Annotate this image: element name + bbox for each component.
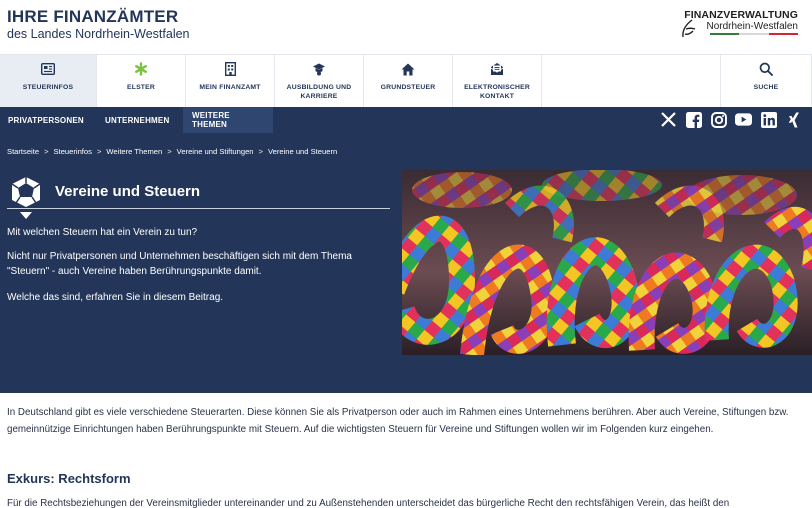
hero-section: Startseite > Steuerinfos > Weitere Theme…	[0, 133, 812, 393]
site-subtitle: des Landes Nordrhein-Westfalen	[7, 27, 190, 41]
hero-paragraph: Nicht nur Privatpersonen und Unternehmen…	[7, 251, 352, 277]
hero-question: Mit welchen Steuern hat ein Verein zu tu…	[7, 227, 198, 238]
breadcrumb-current: Vereine und Steuern	[267, 147, 338, 156]
search-icon	[758, 61, 774, 77]
nav-label: STEUERINFOS	[22, 84, 74, 91]
breadcrumb-item[interactable]: Startseite	[7, 147, 39, 156]
nav-item-mein-finanzamt[interactable]: MEIN FINANZAMT	[186, 55, 275, 108]
logo-line2: Nordrhein-Westfalen	[706, 21, 798, 32]
building-icon	[222, 61, 238, 77]
nav-label: AUSBILDUNG UND KARRIERE	[286, 84, 352, 100]
breadcrumb-separator: >	[44, 147, 49, 156]
page-title: Vereine und Steuern	[55, 183, 201, 200]
title-divider	[7, 208, 390, 209]
house-icon	[400, 61, 416, 77]
logo-line1: FINANZVERWALTUNG	[684, 9, 798, 21]
elster-star-icon	[133, 61, 149, 77]
nav-label: ELSTER	[126, 84, 155, 91]
breadcrumb-separator: >	[96, 147, 102, 156]
search-button[interactable]: SUCHE	[721, 55, 812, 108]
hero-paragraph-2: Welche das sind, erfahren Sie in diesem …	[7, 292, 224, 303]
sub-navigation: PRIVATPERSONEN UNTERNEHMEN WEITERE THEME…	[0, 107, 812, 133]
graduation-icon	[311, 61, 327, 77]
breadcrumb-item[interactable]: Vereine und Stiftungen	[177, 147, 254, 156]
breadcrumb-separator: >	[258, 147, 263, 156]
facebook-icon[interactable]	[685, 111, 702, 128]
nav-label: GRUNDSTEUER	[380, 84, 436, 91]
subnav-weitere-themen[interactable]: WEITERE THEMEN	[183, 107, 273, 133]
nav-label: MEIN FINANZAMT	[199, 84, 261, 91]
nav-item-steuerinfos[interactable]: STEUERINFOS	[0, 55, 97, 108]
nav-item-elektronischer-kontakt[interactable]: ELEKTRONISCHER KONTAKT	[453, 55, 542, 108]
newspaper-icon	[40, 61, 56, 77]
breadcrumb-separator: >	[167, 147, 172, 156]
youtube-icon[interactable]	[735, 111, 752, 128]
logo-flag-stripes	[710, 33, 798, 35]
main-navigation: STEUERINFOS ELSTER MEIN FINANZAMT AUSBIL…	[0, 54, 812, 108]
social-links	[660, 111, 802, 128]
nav-item-elster[interactable]: ELSTER	[97, 55, 186, 108]
mail-icon	[489, 61, 505, 77]
breadcrumb: Startseite > Steuerinfos > Weitere Theme…	[7, 147, 337, 156]
instagram-icon[interactable]	[710, 111, 727, 128]
intro-paragraph: In Deutschland gibt es viele verschieden…	[7, 407, 789, 435]
linkedin-icon[interactable]	[760, 111, 777, 128]
subnav-unternehmen[interactable]: UNTERNEHMEN	[97, 107, 183, 133]
xing-icon[interactable]	[785, 111, 802, 128]
breadcrumb-item[interactable]: Steuerinfos	[54, 147, 92, 156]
x-icon[interactable]	[660, 111, 677, 128]
finanzverwaltung-logo[interactable]: FINANZVERWALTUNG Nordrhein-Westfalen	[682, 9, 798, 43]
confetti-streamers-image	[402, 170, 812, 355]
breadcrumb-item[interactable]: Weitere Themen	[106, 147, 162, 156]
section-heading: Exkurs: Rechtsform	[7, 471, 131, 486]
search-label: SUCHE	[753, 84, 779, 91]
section-paragraph: Für die Rechtsbeziehungen der Vereinsmit…	[7, 498, 730, 508]
nav-item-grundsteuer[interactable]: GRUNDSTEUER	[364, 55, 453, 108]
dodecahedron-icon	[11, 177, 41, 219]
nav-spacer	[542, 55, 721, 107]
subnav-privatpersonen[interactable]: PRIVATPERSONEN	[0, 107, 97, 133]
nav-item-ausbildung[interactable]: AUSBILDUNG UND KARRIERE	[275, 55, 364, 108]
nav-label: ELEKTRONISCHER KONTAKT	[464, 84, 530, 100]
site-title[interactable]: IHRE FINANZÄMTER	[7, 7, 178, 27]
site-header: IHRE FINANZÄMTER des Landes Nordrhein-We…	[0, 0, 812, 54]
